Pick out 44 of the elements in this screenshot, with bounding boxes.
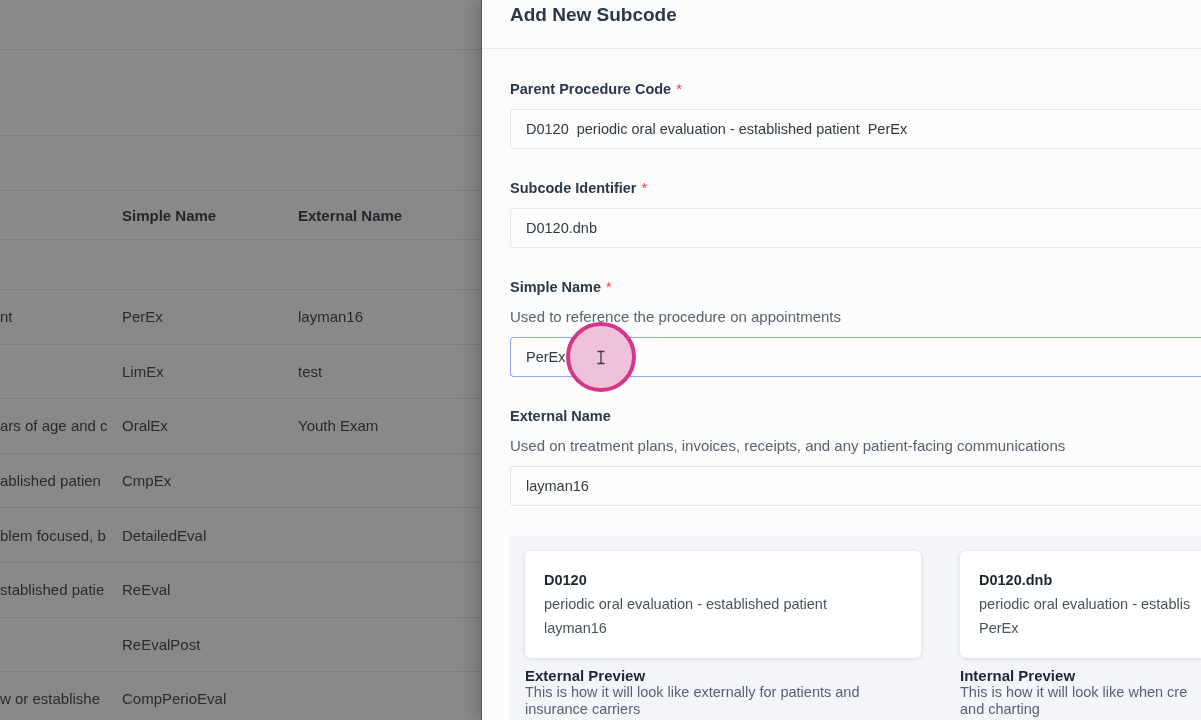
text-input[interactable]: layman16 [510, 466, 1201, 506]
table-cell: blem focused, b [0, 526, 106, 544]
required-mark: * [606, 278, 612, 296]
table-cell: stablished patie [0, 581, 105, 599]
table-cell: ReEvalPost [122, 635, 201, 653]
column-header: External Name [298, 206, 403, 224]
table-cell: ReEval [122, 581, 171, 599]
preview-description: periodic oral evaluation - establis [979, 595, 1191, 614]
field-label: Parent Procedure Code [510, 80, 672, 98]
text-input[interactable]: PerEx [510, 337, 1201, 377]
table-cell: w or establishe [0, 690, 101, 708]
drawer-title: Add New Subcode [510, 4, 677, 26]
table-cell: CmpEx [122, 472, 172, 490]
table-cell: DetailedEval [122, 526, 207, 544]
table-cell: Youth Exam [298, 417, 379, 435]
text-input[interactable]: D0120.dnb [510, 208, 1201, 248]
preview-code: D0120 [544, 571, 587, 590]
preview-name: layman16 [544, 619, 607, 638]
cursor-highlight-icon [566, 322, 636, 392]
table-cell: PerEx [122, 308, 163, 326]
preview-name: PerEx [979, 619, 1019, 638]
table-cell: OralEx [122, 417, 168, 435]
table-cell: ars of age and c [0, 417, 108, 435]
table-cell: LimEx [122, 362, 164, 380]
table-cell: nt [0, 308, 13, 326]
preview-title: Internal Preview [960, 667, 1076, 684]
field-hint: Used on treatment plans, invoices, receipts, and any patient-facing communications [510, 437, 1066, 455]
required-mark: * [676, 80, 682, 98]
table-cell: test [298, 362, 323, 380]
column-header: Simple Name [122, 206, 217, 224]
required-mark: * [641, 179, 648, 197]
table-cell: layman16 [298, 308, 364, 326]
select-field[interactable]: D0120 periodic oral evaluation - established patient PerEx [510, 109, 1201, 149]
preview-code: D0120.dnb [979, 571, 1053, 590]
preview-caption: This is how it will look like when cre and charting [960, 684, 1188, 718]
preview-description: periodic oral evaluation - established patient [544, 595, 827, 614]
field-label: Subcode Identifier [510, 179, 637, 197]
preview-title: External Preview [525, 667, 646, 684]
preview-caption: This is how it will look like externally for patients and insurance carriers [525, 684, 860, 718]
table-cell: ablished patien [0, 472, 101, 490]
field-label: External Name [510, 407, 611, 425]
table-cell: CompPerioEval [122, 690, 227, 708]
field-label: Simple Name [510, 278, 602, 296]
field-hint: Used to reference the procedure on appointments [510, 308, 842, 326]
